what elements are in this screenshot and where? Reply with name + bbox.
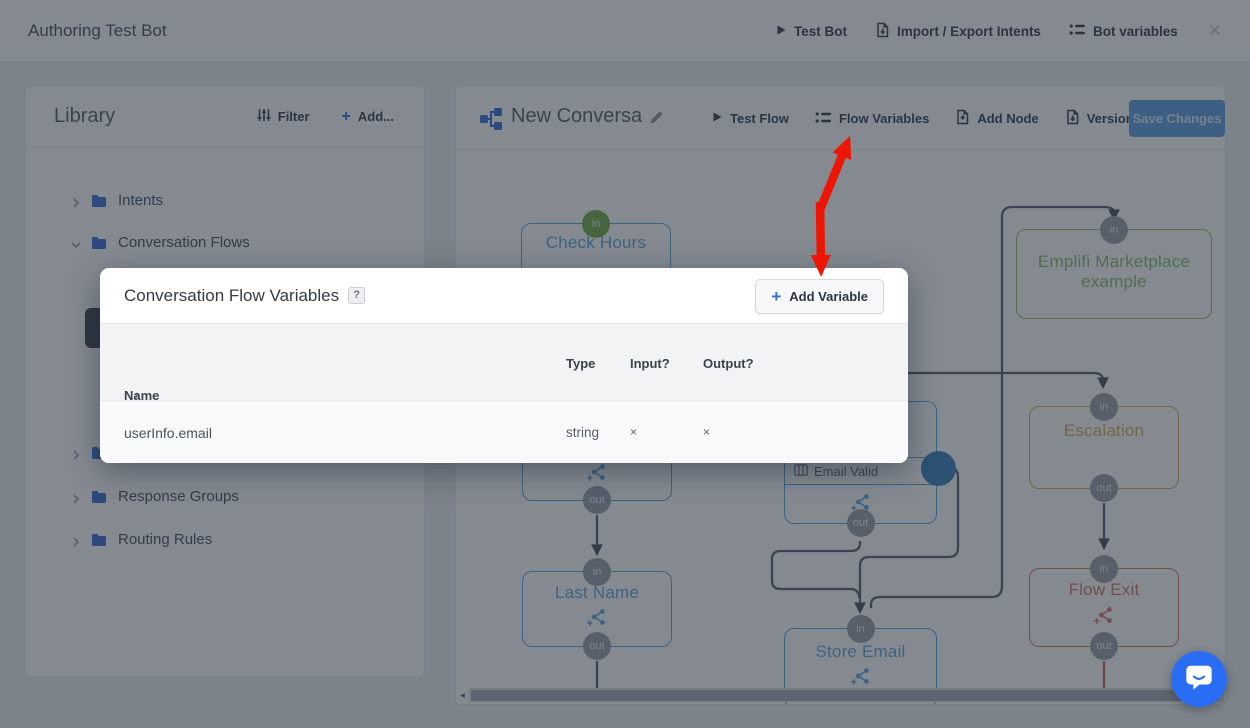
column-header-type: Type: [566, 356, 595, 371]
variable-name-cell: userInfo.email: [124, 425, 212, 441]
variable-output-cell: ×: [703, 425, 710, 439]
variable-input-cell: ×: [630, 425, 637, 439]
variable-type-cell: string: [566, 425, 599, 440]
app-window: Authoring Test Bot Test Bot Import / Exp…: [0, 0, 1250, 728]
help-icon[interactable]: ?: [348, 287, 365, 304]
column-header-input: Input?: [630, 356, 670, 371]
annotation-arrow: [800, 118, 880, 293]
modal-header: Conversation Flow Variables ? + Add Vari…: [100, 268, 908, 323]
column-header-output: Output?: [703, 356, 754, 371]
plus-icon: +: [771, 288, 781, 305]
chat-bubble-icon: [1184, 662, 1214, 697]
variables-table-header: Name↑ Type Input? Output?: [100, 323, 908, 400]
modal-title: Conversation Flow Variables: [124, 286, 339, 306]
table-row[interactable]: userInfo.email string × ×: [100, 400, 908, 463]
chat-launcher-button[interactable]: [1171, 651, 1227, 707]
flow-variables-modal: Conversation Flow Variables ? + Add Vari…: [100, 268, 908, 463]
